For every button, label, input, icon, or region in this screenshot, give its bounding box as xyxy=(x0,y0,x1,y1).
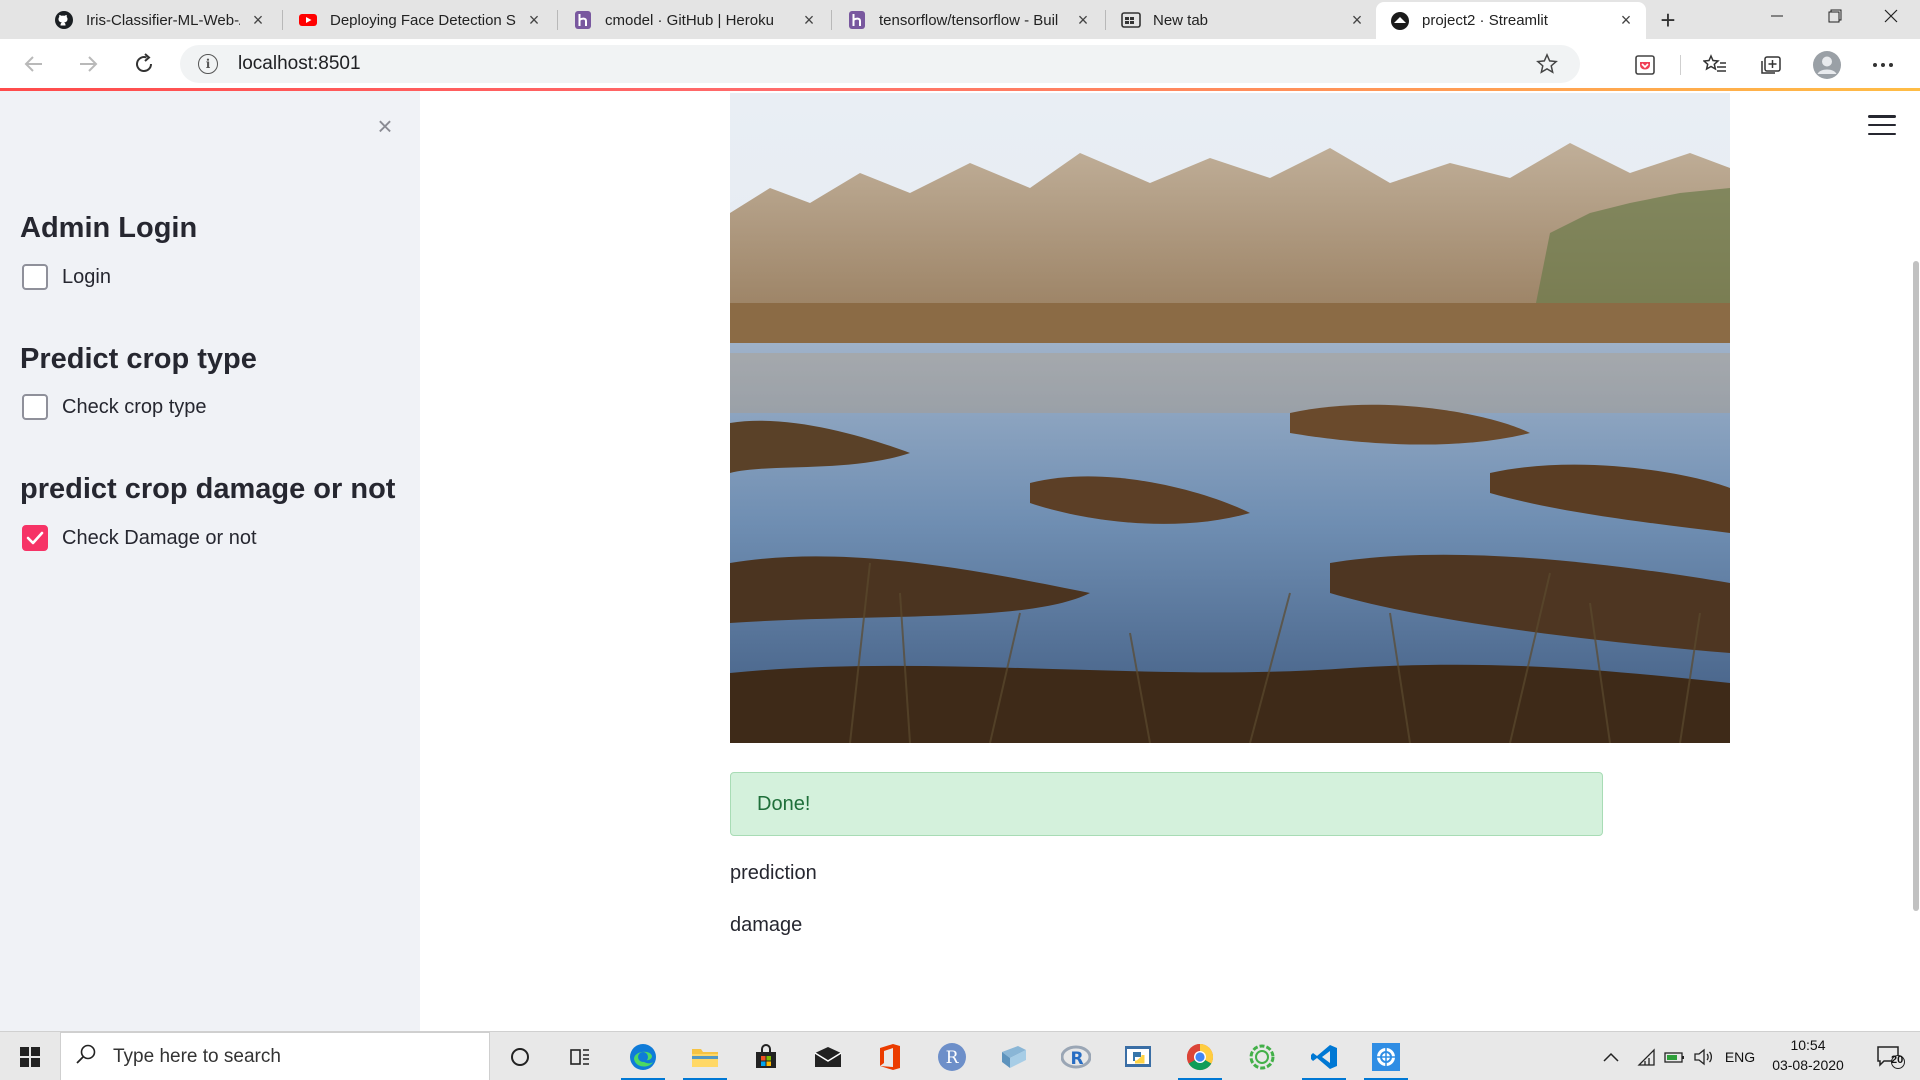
close-tab-icon[interactable]: × xyxy=(1347,10,1367,30)
refresh-icon[interactable] xyxy=(128,48,160,80)
mail-icon[interactable] xyxy=(798,1032,858,1080)
browser-toolbar: i localhost:8501 xyxy=(0,39,1920,89)
checkbox-label: Check crop type xyxy=(62,395,207,418)
close-sidebar-icon[interactable]: × xyxy=(372,111,398,141)
youtube-icon xyxy=(298,10,318,30)
clock-time: 10:54 xyxy=(1790,1037,1826,1053)
system-clock[interactable]: 10:54 03-08-2020 xyxy=(1758,1035,1858,1075)
show-hidden-icons[interactable] xyxy=(1596,1032,1626,1080)
profile-avatar-icon[interactable] xyxy=(1810,48,1844,82)
collections-icon[interactable] xyxy=(1754,48,1788,82)
clock-date: 03-08-2020 xyxy=(1772,1057,1844,1073)
tab-iris-classifier[interactable]: Iris-Classifier-ML-Web-App/c × xyxy=(40,1,278,39)
main-content: Done! prediction damage xyxy=(420,91,1920,1031)
close-tab-icon[interactable]: × xyxy=(248,10,268,30)
heroku-icon xyxy=(847,10,867,30)
close-tab-icon[interactable]: × xyxy=(524,10,544,30)
anaconda-icon[interactable] xyxy=(1232,1032,1292,1080)
tab-title: Deploying Face Detection St xyxy=(330,11,516,29)
sidebar-heading-predict-crop-damage: predict crop damage or not xyxy=(20,473,396,505)
checkbox-box[interactable] xyxy=(22,264,48,290)
r-app-icon[interactable]: R xyxy=(922,1032,982,1080)
minimize-icon[interactable] xyxy=(1748,0,1806,32)
check-crop-type-checkbox[interactable]: Check crop type xyxy=(22,394,207,420)
sidebar-heading-predict-crop-type: Predict crop type xyxy=(20,343,257,375)
tab-title: New tab xyxy=(1153,11,1209,29)
address-bar[interactable]: i localhost:8501 xyxy=(180,45,1580,83)
close-tab-icon[interactable]: × xyxy=(1616,10,1636,31)
forward-arrow-icon[interactable] xyxy=(72,48,104,80)
checkbox-label: Login xyxy=(62,265,111,288)
page-scrollbar[interactable] xyxy=(1913,261,1919,911)
tab-tensorflow[interactable]: tensorflow/tensorflow - Buil × xyxy=(833,1,1103,39)
pocket-extension-icon[interactable] xyxy=(1628,48,1662,82)
more-menu-icon[interactable] xyxy=(1866,48,1900,82)
login-checkbox[interactable]: Login xyxy=(22,264,111,290)
checkbox-label: Check Damage or not xyxy=(62,526,257,549)
restore-icon[interactable] xyxy=(1806,0,1864,32)
svg-text:R: R xyxy=(1070,1049,1083,1069)
windows-start-icon[interactable] xyxy=(0,1032,60,1080)
browser-tab-strip: Iris-Classifier-ML-Web-App/c × Deploying… xyxy=(0,0,1920,39)
office-icon[interactable] xyxy=(860,1032,920,1080)
heroku-icon xyxy=(573,10,593,30)
favorite-star-icon[interactable] xyxy=(1536,53,1558,80)
input-language[interactable]: ENG xyxy=(1722,1032,1758,1080)
microsoft-store-icon[interactable] xyxy=(736,1032,796,1080)
tab-title: Iris-Classifier-ML-Web-App/c xyxy=(86,11,240,29)
search-icon xyxy=(75,1043,97,1070)
task-view-icon[interactable] xyxy=(550,1032,610,1080)
new-tab-button[interactable]: + xyxy=(1652,4,1684,36)
search-placeholder: Type here to search xyxy=(113,1045,281,1067)
tab-new-tab[interactable]: New tab × xyxy=(1107,1,1377,39)
wifi-icon[interactable] xyxy=(1630,1032,1660,1080)
tab-face-detection[interactable]: Deploying Face Detection St × xyxy=(284,1,554,39)
github-icon xyxy=(54,10,74,30)
check-damage-checkbox[interactable]: Check Damage or not xyxy=(22,525,257,551)
cortana-icon[interactable] xyxy=(490,1032,550,1080)
success-alert: Done! xyxy=(730,772,1603,836)
close-tab-icon[interactable]: × xyxy=(1073,10,1093,30)
checkbox-checked-icon[interactable] xyxy=(22,525,48,551)
new-tab-page-icon xyxy=(1121,10,1141,30)
chrome-icon[interactable] xyxy=(1170,1032,1230,1080)
edge-browser-icon[interactable] xyxy=(613,1032,673,1080)
url-text: localhost:8501 xyxy=(238,53,361,74)
tab-project2-streamlit[interactable]: project2 · Streamlit × xyxy=(1376,2,1646,39)
tab-title: tensorflow/tensorflow - Buil xyxy=(879,11,1059,29)
checkbox-box[interactable] xyxy=(22,394,48,420)
snipping-tool-icon[interactable] xyxy=(1356,1032,1416,1080)
sidebar-heading-admin-login: Admin Login xyxy=(20,212,198,244)
close-tab-icon[interactable]: × xyxy=(799,10,819,30)
notifications-icon[interactable]: 20 xyxy=(1866,1032,1916,1080)
notification-count: 20 xyxy=(1891,1054,1904,1066)
vscode-icon[interactable] xyxy=(1294,1032,1354,1080)
tab-cmodel-heroku[interactable]: cmodel · GitHub | Heroku × xyxy=(559,1,829,39)
streamlit-icon xyxy=(1390,11,1410,31)
sidebar: × Admin Login Login Predict crop type Ch… xyxy=(0,91,420,1031)
taskbar-search-box[interactable]: Type here to search xyxy=(60,1032,490,1080)
file-explorer-icon[interactable] xyxy=(675,1032,735,1080)
tab-title: project2 · Streamlit xyxy=(1422,12,1548,29)
prediction-label: prediction xyxy=(730,862,817,884)
windows-taskbar: Type here to search R R ENG 10:54 03-08-… xyxy=(0,1031,1920,1080)
generic-app-icon[interactable] xyxy=(984,1032,1044,1080)
close-window-icon[interactable] xyxy=(1862,0,1920,32)
hamburger-menu-icon[interactable] xyxy=(1868,113,1896,137)
volume-icon[interactable] xyxy=(1688,1032,1718,1080)
prediction-value: damage xyxy=(730,914,803,936)
battery-icon[interactable] xyxy=(1660,1032,1690,1080)
python-app-icon[interactable] xyxy=(1108,1032,1168,1080)
tab-title: cmodel · GitHub | Heroku xyxy=(605,11,774,29)
rstudio-icon[interactable]: R xyxy=(1046,1032,1106,1080)
svg-text:R: R xyxy=(946,1048,960,1068)
uploaded-crop-image xyxy=(730,93,1730,743)
back-arrow-icon[interactable] xyxy=(18,48,50,80)
favorites-list-icon[interactable] xyxy=(1698,48,1732,82)
site-info-icon[interactable]: i xyxy=(198,54,218,74)
